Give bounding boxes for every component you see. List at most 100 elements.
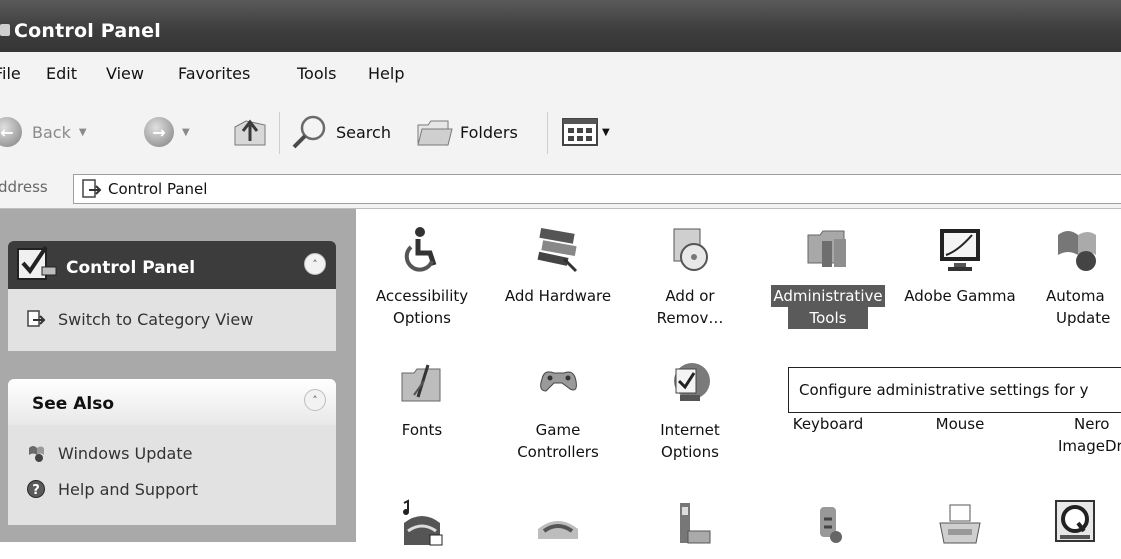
help-and-support-label: Help and Support — [58, 479, 198, 499]
up-folder-icon — [234, 119, 266, 146]
add-remove-programs-item[interactable]: Add or Remov… — [627, 225, 753, 329]
forward-button[interactable]: → ▼ — [144, 117, 190, 147]
folders-label: Folders — [460, 122, 518, 142]
windows-update-link[interactable]: Windows Update — [26, 443, 192, 463]
window-menu-icon[interactable] — [0, 24, 10, 36]
control-panel-check-icon — [17, 245, 57, 280]
back-arrow-icon: ← — [0, 117, 22, 147]
item-label-line1: Automa — [1046, 287, 1105, 305]
phone-modem-item[interactable] — [627, 499, 753, 559]
views-grid-icon — [562, 118, 598, 146]
folders-button[interactable]: Folders — [414, 118, 518, 146]
back-label: Back — [32, 122, 71, 142]
add-remove-programs-icon — [673, 228, 708, 271]
administrative-tools-icon — [807, 230, 846, 267]
automatic-updates-icon — [1058, 231, 1096, 271]
internet-options-item[interactable]: Internet Options — [627, 359, 753, 463]
item-label-line1: Adobe Gamma — [904, 287, 1016, 305]
menu-view[interactable]: View — [106, 64, 144, 83]
item-label-line2: Options — [393, 309, 451, 327]
item-label-line2: Controllers — [517, 443, 599, 461]
views-dropdown-icon[interactable]: ▼ — [602, 127, 610, 138]
item-label-line1: Add Hardware — [504, 287, 612, 305]
collapse-chevron-icon[interactable]: ˄ — [304, 253, 326, 275]
switch-category-view-label: Switch to Category View — [58, 309, 254, 329]
item-label-line1: Game — [535, 421, 581, 439]
power-options-icon — [820, 507, 842, 543]
folders-icon — [417, 120, 453, 146]
item-label-line1: Administrative — [771, 285, 885, 307]
automatic-updates-item[interactable]: Automa Update — [1044, 225, 1121, 329]
control-panel-box-title: Control Panel — [66, 258, 196, 278]
game-controllers-item[interactable]: Game Controllers — [495, 359, 621, 463]
item-label-line2: Remov… — [656, 309, 724, 327]
windows-update-label: Windows Update — [58, 443, 193, 463]
menu-tools[interactable]: Tools — [297, 64, 336, 83]
help-icon: ? — [27, 480, 45, 498]
address-label: Address — [0, 178, 48, 196]
quicktime-item[interactable] — [1050, 499, 1121, 553]
accessibility-options-item[interactable]: Accessibility Options — [359, 225, 485, 329]
task-pane: Control Panel ˄ Switch to Category View … — [0, 209, 356, 542]
phone-modem-icon — [680, 503, 711, 544]
sound-item[interactable] — [359, 499, 485, 559]
item-label-line2: Update — [1056, 309, 1111, 327]
adobe-gamma-icon — [940, 229, 980, 271]
window-title: Control Panel — [14, 20, 161, 42]
see-also-box-header[interactable]: See Also ˄ — [8, 379, 336, 425]
game-controllers-icon — [540, 371, 577, 392]
administrative-tools-item[interactable]: Administrative Tools — [765, 225, 891, 329]
views-button[interactable]: ▼ — [562, 118, 610, 146]
menu-file[interactable]: File — [0, 64, 21, 83]
back-dropdown-icon[interactable]: ▼ — [79, 127, 87, 138]
internet-options-icon — [674, 363, 710, 401]
svg-text:?: ? — [32, 483, 40, 498]
forward-dropdown-icon[interactable]: ▼ — [182, 127, 190, 138]
help-and-support-link[interactable]: ? Help and Support — [26, 479, 198, 499]
menu-bar: File Edit View Favorites Tools Help — [0, 52, 1121, 95]
power-options-item[interactable] — [765, 499, 891, 559]
fonts-icon — [401, 364, 441, 402]
item-label-line1: Mouse — [935, 415, 985, 433]
up-folder-button[interactable] — [232, 118, 268, 146]
control-panel-icon — [82, 179, 102, 198]
address-value: Control Panel — [108, 180, 208, 198]
printer-icon — [939, 504, 981, 544]
item-label-line1: Accessibility — [375, 287, 469, 305]
menu-edit[interactable]: Edit — [46, 64, 77, 83]
add-hardware-item[interactable]: Add Hardware — [495, 225, 621, 307]
windows-update-icon — [29, 446, 44, 462]
toolbar-separator — [547, 112, 548, 154]
adobe-gamma-item[interactable]: Adobe Gamma — [897, 225, 1023, 307]
menu-help[interactable]: Help — [368, 64, 404, 83]
switch-view-icon — [27, 310, 46, 327]
item-label-line2: ImageDr — [1058, 437, 1121, 455]
toolbar-separator — [279, 112, 280, 154]
forward-arrow-icon: → — [144, 117, 174, 147]
see-also-title: See Also — [32, 394, 115, 414]
nvidia-item[interactable] — [495, 499, 621, 559]
add-hardware-icon — [537, 227, 578, 273]
item-label-line1: Add or — [665, 287, 715, 305]
item-label-line1: Keyboard — [792, 415, 864, 433]
printers-faxes-item[interactable] — [897, 499, 1023, 559]
control-panel-box-body: Switch to Category View — [8, 289, 336, 351]
quicktime-icon — [1055, 500, 1095, 542]
control-panel-box-header[interactable]: Control Panel ˄ — [8, 241, 336, 289]
menu-favorites[interactable]: Favorites — [178, 64, 250, 83]
address-bar: Address Control Panel — [0, 168, 1121, 209]
back-button[interactable]: ← Back ▼ — [0, 117, 87, 147]
item-label-line2: Options — [661, 443, 719, 461]
nvidia-icon — [538, 521, 578, 539]
accessibility-icon — [404, 227, 437, 272]
switch-category-view-link[interactable]: Switch to Category View — [26, 309, 253, 329]
tooltip: Configure administrative settings for y — [788, 367, 1121, 413]
address-field[interactable]: Control Panel — [73, 174, 1121, 204]
toolbar: ← Back ▼ → ▼ Search Folders ▼ — [0, 94, 1121, 169]
fonts-item[interactable]: Fonts — [359, 359, 485, 441]
collapse-chevron-icon[interactable]: ˄ — [304, 389, 326, 411]
title-bar[interactable]: Control Panel — [0, 0, 1121, 52]
item-label-line1: Fonts — [401, 421, 443, 439]
search-button[interactable]: Search — [290, 115, 391, 149]
item-label-line1: Internet — [660, 421, 720, 439]
